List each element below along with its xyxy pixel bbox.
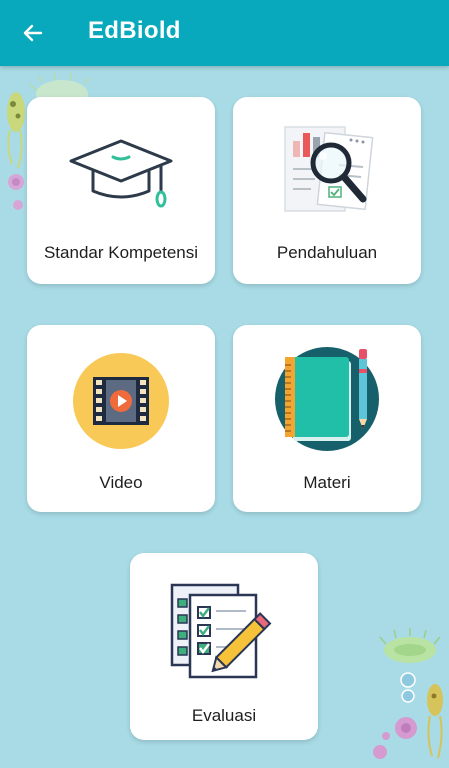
app-title: EdBiold — [88, 17, 181, 44]
arrow-left-icon — [23, 24, 43, 42]
app-bar: EdBiold — [0, 0, 449, 66]
menu-card-label: Evaluasi — [191, 706, 257, 725]
menu-card-pendahuluan[interactable]: Pendahuluan — [233, 97, 421, 284]
menu-card-label: Pendahuluan — [276, 243, 378, 262]
menu-card-label: Standar Kompetensi — [43, 243, 199, 262]
menu-area: Standar Kompetensi Pendahuluan Video Mat… — [0, 66, 449, 768]
graduation-cap-icon — [69, 139, 173, 208]
menu-card-video[interactable]: Video — [27, 325, 215, 512]
back-button[interactable] — [14, 14, 52, 52]
menu-card-label: Materi — [303, 473, 351, 492]
menu-card-label: Video — [99, 473, 143, 492]
checklist-pencil-icon — [170, 583, 272, 679]
menu-card-standar-kompetensi[interactable]: Standar Kompetensi — [27, 97, 215, 284]
document-magnifier-icon — [284, 126, 374, 212]
notebook-pen-icon — [275, 347, 379, 451]
menu-card-evaluasi[interactable]: Evaluasi — [130, 553, 318, 740]
video-play-icon — [73, 353, 169, 449]
microbe-decoration-bottom-right-icon — [373, 628, 443, 759]
menu-card-materi[interactable]: Materi — [233, 325, 421, 512]
